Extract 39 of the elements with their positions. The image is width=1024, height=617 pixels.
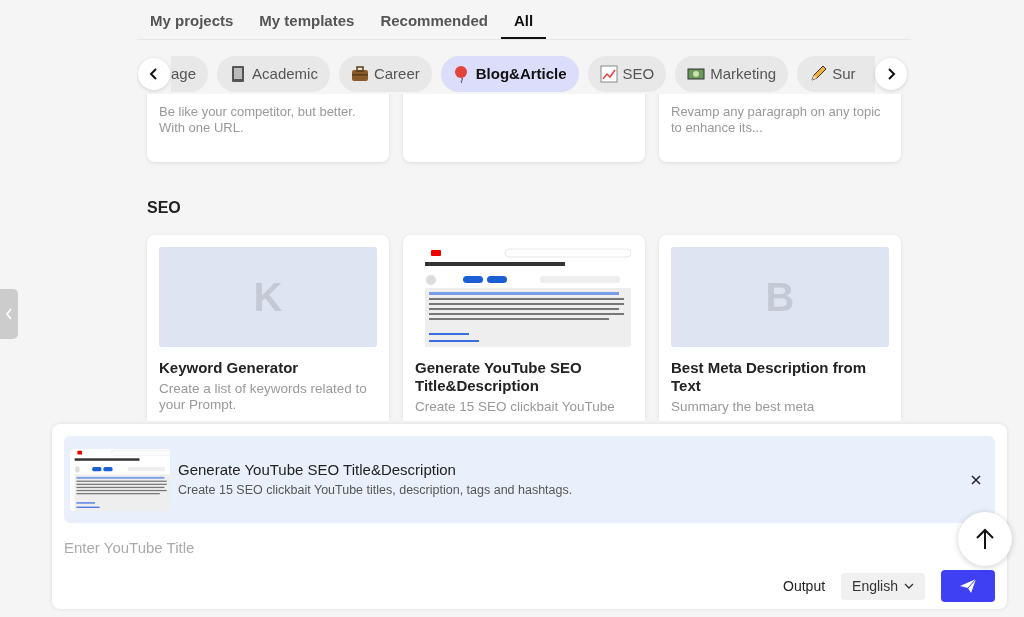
output-label: Output — [783, 576, 826, 596]
send-button[interactable] — [941, 570, 995, 602]
card-description: Create 15 SEO clickbait YouTube — [415, 399, 616, 415]
input-field[interactable]: Enter YouTube Title — [64, 537, 764, 560]
chevron-left-icon — [5, 308, 13, 320]
card-title: Keyword Generator — [159, 359, 300, 377]
category-chip[interactable]: Academic — [217, 56, 330, 92]
side-panel-handle[interactable] — [0, 289, 18, 339]
briefcase-icon — [350, 65, 369, 83]
category-chip[interactable]: Blog&Article — [440, 56, 579, 92]
pencil-icon — [809, 65, 828, 83]
tab[interactable]: My projects — [137, 0, 247, 39]
section-heading: SEO — [147, 198, 182, 218]
card-title: Generate YouTube SEO Title&Description — [415, 359, 583, 395]
language-dropdown[interactable]: English — [841, 572, 925, 600]
tab[interactable]: My templates — [246, 0, 368, 39]
paper-plane-icon — [959, 578, 977, 594]
scroll-left-button[interactable] — [138, 58, 170, 90]
category-chip[interactable]: Sur — [797, 56, 875, 92]
card-title: Best Meta Description from Text — [671, 359, 868, 395]
banknote-icon — [687, 65, 706, 83]
category-chip[interactable]: SEO — [587, 56, 667, 92]
category-chip[interactable]: age — [171, 56, 209, 92]
chart-icon — [599, 65, 618, 83]
card-description: Create a list of keywords related to your Prompt. — [159, 381, 368, 413]
tab[interactable]: All — [500, 0, 547, 39]
scroll-right-button[interactable] — [875, 58, 907, 90]
tab[interactable]: Recommended — [367, 0, 501, 39]
tool-description: Create 15 SEO clickbait YouTube titles, description, tags and hashtags. — [178, 482, 574, 500]
tool-title: Generate YouTube SEO Title&Description — [178, 459, 457, 480]
tool-card[interactable]: Generate YouTube SEO Title&Description Create 15 SEO clickbait YouTube — [403, 235, 645, 421]
card-description: Be like your competitor, but better. With one URL. — [159, 104, 357, 136]
card-description: Summary the best meta — [671, 399, 816, 415]
category-chip[interactable]: Career — [338, 56, 432, 92]
card-description: Revamp any paragraph on any topic to enhance its... — [671, 104, 882, 136]
category-chip[interactable]: Marketing — [675, 56, 789, 92]
arrow-up-icon — [975, 528, 995, 550]
close-icon — [971, 475, 981, 486]
chevron-down-icon — [904, 583, 914, 589]
